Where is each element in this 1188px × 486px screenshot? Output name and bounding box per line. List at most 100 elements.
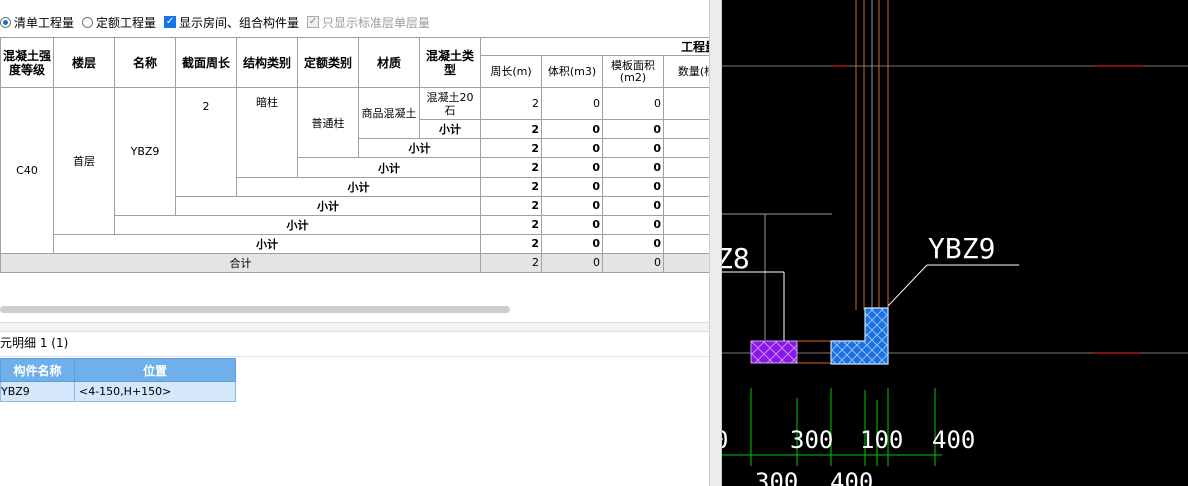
subtotal-volume: 0 (541, 233, 603, 254)
column-hatch (751, 341, 797, 363)
element-label-ybz9: YBZ9 (928, 232, 995, 265)
header-floor[interactable]: 楼层 (53, 36, 115, 89)
total-label: 合计 (0, 252, 481, 274)
cell-count-value[interactable] (662, 87, 711, 121)
standard-floor-only-checkbox[interactable]: ✓ 只显示标准层单层量 (307, 14, 430, 31)
cad-drawing-canvas[interactable]: Z8 YBZ9 0 300 100 400 300 400 (722, 0, 1188, 486)
cell-material[interactable]: 商品混凝土 (358, 87, 420, 140)
subtotal-label: 小计 (175, 195, 481, 216)
column-hatch (831, 308, 888, 364)
total-volume: 0 (541, 252, 603, 274)
subtotal-perimeter: 2 (480, 157, 542, 178)
subtotal-formwork: 0 (602, 233, 664, 254)
subtotal-count (662, 214, 711, 235)
cell-floor[interactable]: 首层 (53, 87, 115, 235)
wall-segment (796, 340, 832, 364)
header-quota-type[interactable]: 定额类别 (297, 36, 359, 89)
total-perimeter: 2 (480, 252, 542, 274)
dimension-label: 300 (755, 468, 798, 486)
total-row[interactable]: 合计 2 0 0 (0, 252, 711, 274)
option-label: 清单工程量 (14, 15, 75, 30)
header-struct-type[interactable]: 结构类别 (236, 36, 298, 89)
dimension-label: 100 (860, 426, 903, 454)
subtotal-volume: 0 (541, 138, 603, 159)
quota-quantity-radio[interactable]: 定额工程量 (82, 14, 156, 31)
subtotal-row[interactable]: 小计 2 0 0 (1, 233, 711, 254)
header-perimeter-m[interactable]: 周长(m) (480, 55, 542, 89)
subtotal-formwork: 0 (602, 176, 664, 197)
subtotal-volume: 0 (541, 214, 603, 235)
header-perimeter[interactable]: 截面周长 (175, 36, 237, 89)
quantity-report-panel: 清单工程量 定额工程量 ✓ 显示房间、组合构件量 ✓ 只显示标准层单层量 混凝土… (0, 0, 711, 486)
radio-indicator (0, 16, 11, 28)
header-formwork-area[interactable]: 模板面积(m2) (602, 55, 664, 89)
options-bar: 清单工程量 定额工程量 ✓ 显示房间、组合构件量 ✓ 只显示标准层单层量 (0, 12, 438, 32)
dimension-label: 400 (830, 468, 873, 486)
cell-position[interactable]: <4-150,H+150> (74, 381, 236, 402)
bill-quantity-radio[interactable]: 清单工程量 (0, 14, 74, 31)
checkmark-icon: ✓ (307, 16, 320, 28)
horizontal-scrollbar[interactable] (0, 306, 510, 313)
show-room-combo-checkbox[interactable]: ✓ 显示房间、组合构件量 (164, 14, 299, 31)
header-count[interactable]: 数量(根 (662, 55, 711, 89)
header-row: 混凝土强度等级 楼层 名称 截面周长 结构类别 定额类别 材质 混凝土类型 工程… (0, 36, 711, 89)
subtotal-label: 小计 (236, 176, 481, 197)
subtotal-formwork: 0 (602, 138, 664, 159)
splitter[interactable] (709, 0, 722, 486)
subtotal-count (662, 195, 711, 216)
subtotal-perimeter: 2 (480, 195, 542, 216)
subtotal-volume: 0 (541, 157, 603, 178)
cell-component-name[interactable]: YBZ9 (0, 381, 75, 402)
radio-indicator (82, 16, 94, 28)
divider (0, 356, 709, 357)
dimension-label: 400 (932, 426, 975, 454)
subtotal-count (662, 138, 711, 159)
cell-grade[interactable]: C40 (0, 87, 54, 254)
header-material[interactable]: 材质 (358, 36, 420, 89)
option-label: 定额工程量 (96, 15, 157, 30)
subtotal-formwork: 0 (602, 119, 664, 140)
detail-title: 元明细 1 (1) (0, 336, 69, 350)
header-volume[interactable]: 体积(m3) (541, 55, 603, 89)
subtotal-count (662, 157, 711, 178)
subtotal-label: 小计 (53, 233, 481, 254)
subtotal-formwork: 0 (602, 157, 664, 178)
cell-formwork-value[interactable]: 0 (602, 87, 664, 121)
subtotal-volume: 0 (541, 119, 603, 140)
header-grade[interactable]: 混凝土强度等级 (0, 36, 54, 89)
cell-volume-value[interactable]: 0 (541, 87, 603, 121)
header-component-name[interactable]: 构件名称 (0, 358, 75, 382)
leader-line (887, 264, 928, 307)
cad-drawing: Z8 YBZ9 0 300 100 400 300 400 (722, 0, 1188, 486)
header-quantity-group: 工程量名 (479, 36, 711, 57)
subtotal-label: 小计 (358, 138, 481, 159)
header-name[interactable]: 名称 (114, 36, 176, 89)
total-count (662, 252, 711, 274)
subtotal-count (662, 176, 711, 197)
subtotal-formwork: 0 (602, 195, 664, 216)
detail-header-row: 构件名称 位置 (0, 358, 236, 382)
subtotal-perimeter: 2 (480, 214, 542, 235)
cell-name[interactable]: YBZ9 (114, 87, 176, 216)
cell-concrete-type[interactable]: 混凝土20石 (419, 87, 481, 121)
cell-perimeter[interactable]: 2 (175, 87, 237, 197)
dimension-label: 0 (722, 426, 728, 454)
table-row[interactable]: C40 首层 YBZ9 2 暗柱 普通柱 商品混凝土 混凝土20石 2 0 0 (0, 87, 711, 254)
cell-perimeter-value[interactable]: 2 (480, 87, 542, 121)
subtotal-perimeter: 2 (480, 176, 542, 197)
subtotal-formwork: 0 (602, 214, 664, 235)
cell-struct-type[interactable]: 暗柱 (236, 87, 298, 178)
subtotal-count (662, 119, 711, 140)
header-position[interactable]: 位置 (74, 358, 236, 382)
total-formwork: 0 (602, 252, 664, 274)
table-row[interactable]: YBZ9 <4-150,H+150> (0, 381, 236, 402)
subtotal-volume: 0 (541, 176, 603, 197)
checkmark-icon: ✓ (164, 16, 177, 28)
quantity-table: 混凝土强度等级 楼层 名称 截面周长 结构类别 定额类别 材质 混凝土类型 工程… (0, 36, 711, 274)
subtotal-label: 小计 (114, 214, 481, 235)
cell-quota-type[interactable]: 普通柱 (297, 87, 359, 159)
subtotal-volume: 0 (541, 195, 603, 216)
dimension-label: 300 (790, 426, 833, 454)
panel-separator[interactable] (0, 322, 709, 332)
header-concrete-type[interactable]: 混凝土类型 (419, 36, 481, 89)
